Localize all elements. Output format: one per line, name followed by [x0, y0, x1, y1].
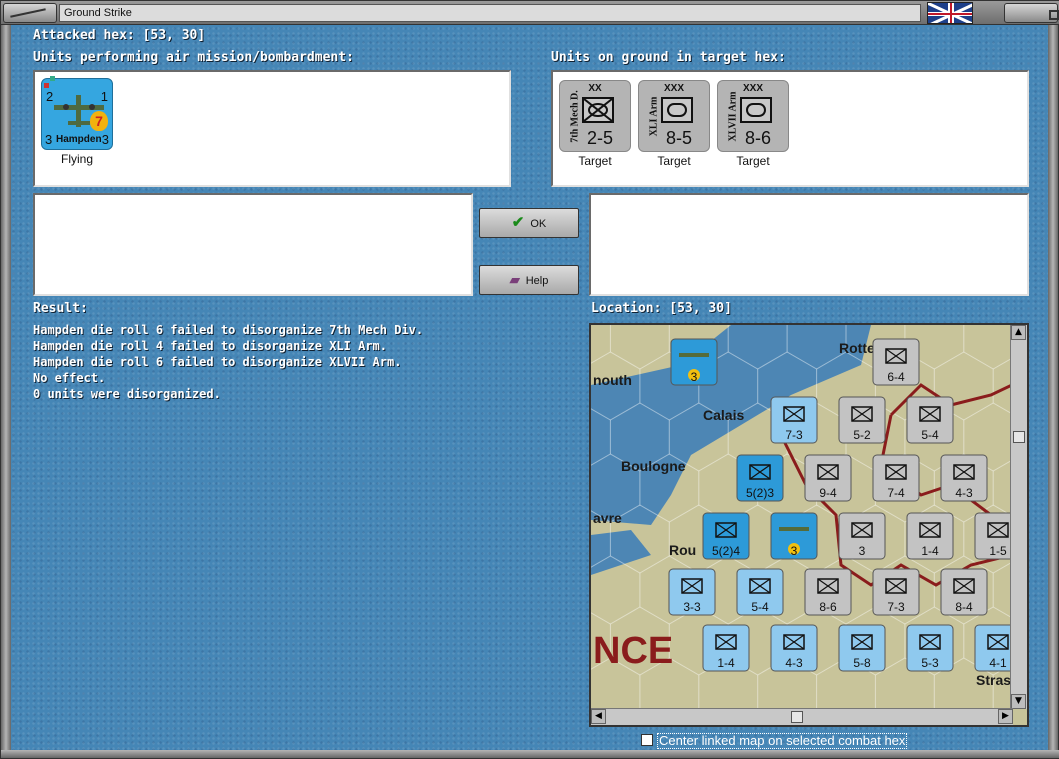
result-line: Hampden die roll 6 failed to disorganize… — [33, 355, 402, 369]
map-place-label: Boulogne — [621, 458, 686, 474]
air-unit-status: Flying — [60, 152, 93, 166]
marker-icon — [44, 83, 49, 88]
ground-strike-window: Ground Strike Attacked hex: [53, 30] Uni… — [0, 0, 1059, 759]
ok-button-label: OK — [530, 218, 547, 230]
map-unit-strength: 5(2)4 — [712, 544, 740, 558]
fighter-aircraft-icon — [679, 353, 709, 357]
map-unit-strength: 3 — [791, 544, 798, 558]
attacked-hex-label: Attacked hex: — [33, 28, 135, 43]
air-unit-bottom-left-value: 3 — [45, 132, 53, 147]
map-unit-strength: 5-4 — [751, 600, 769, 614]
map-unit-strength: 5-4 — [921, 428, 939, 442]
map-vertical-scrollbar[interactable]: ▲ ▼ — [1010, 325, 1027, 709]
location-row: Location: [53, 30] — [591, 301, 732, 316]
location-label: Location: — [591, 301, 662, 316]
armor-symbol-icon — [661, 97, 693, 123]
help-book-icon: ▰ — [509, 272, 520, 287]
union-jack-flag-icon — [927, 2, 973, 24]
air-units-label: Units performing air mission/bombardment… — [33, 50, 354, 65]
ground-units-label: Units on ground in target hex: — [551, 50, 786, 65]
mech-infantry-symbol-icon — [582, 97, 614, 123]
map-unit-strength: 4-1 — [989, 656, 1007, 670]
location-map[interactable]: Rotterd nouth Calais Boulogne avre Rou NCE Stra… — [589, 323, 1029, 727]
map-unit-strength: 1-5 — [989, 544, 1007, 558]
map-place-label: Rou — [669, 542, 696, 558]
map-unit-strength: 5-8 — [853, 656, 871, 670]
armor-symbol-icon — [740, 97, 772, 123]
map-unit-strength: 4-3 — [785, 656, 803, 670]
map-place-label: Stras — [976, 672, 1011, 688]
checkmark-icon: ✔ — [511, 214, 525, 231]
ok-button[interactable]: ✔ OK — [479, 208, 579, 238]
map-unit-strength: 8-6 — [819, 600, 837, 614]
map-unit-strength: 5-3 — [921, 656, 939, 670]
result-line: Hampden die roll 6 failed to disorganize… — [33, 323, 424, 337]
map-unit-strength: 7-3 — [785, 428, 803, 442]
map-horizontal-scrollbar[interactable]: ◀ ▶ — [591, 708, 1013, 725]
location-value: [53, 30] — [669, 301, 732, 316]
map-unit-strength: 3-3 — [683, 600, 701, 614]
center-map-checkbox-label[interactable]: Center linked map on selected combat hex — [657, 733, 908, 749]
vertical-scroll-thumb[interactable] — [1013, 431, 1025, 443]
unit-strength: 8-6 — [744, 128, 771, 148]
center-map-checkbox[interactable] — [641, 734, 653, 746]
air-unit-name: Hampden — [56, 134, 102, 145]
unit-status: Target — [578, 154, 612, 168]
attacked-hex-row: Attacked hex: [53, 30] — [33, 28, 205, 43]
map-place-label: NCE — [593, 630, 673, 672]
air-unit-badge: 7 — [90, 111, 108, 131]
map-canvas[interactable]: RotterdnouthCalaisBoulogneavreRouNCEStra… — [591, 325, 1012, 709]
air-unit-hampden[interactable]: 2 1 7 3 Hampden 3 Flying — [41, 76, 113, 166]
map-place-label: nouth — [593, 372, 632, 388]
map-unit-strength: 6-4 — [887, 370, 905, 384]
air-units-panel: 2 1 7 3 Hampden 3 Flying — [33, 70, 511, 187]
title-bar: Ground Strike — [1, 1, 1059, 25]
map-unit-strength: 4-3 — [955, 486, 973, 500]
result-line: No effect. — [33, 371, 106, 385]
map-unit-strength: 1-4 — [717, 656, 735, 670]
result-label: Result: — [33, 301, 88, 316]
maximize-button[interactable] — [1004, 3, 1059, 23]
air-details-panel — [33, 193, 473, 296]
ground-unit-xlvii-arm[interactable]: XXX XLVII Arm 8-6 Target — [717, 80, 789, 168]
map-place-label: Calais — [703, 407, 744, 423]
map-unit-strength: 3 — [859, 544, 866, 558]
help-button-label: Help — [525, 275, 549, 287]
ground-unit-xli-arm[interactable]: XXX XLI Arm 8-5 Target — [638, 80, 710, 168]
attacked-hex-value: [53, 30] — [142, 28, 206, 43]
map-unit-strength: 9-4 — [819, 486, 837, 500]
result-line: 0 units were disorganized. — [33, 387, 221, 401]
minimize-button[interactable] — [3, 3, 57, 23]
help-button[interactable]: ▰ Help — [479, 265, 579, 295]
map-unit-strength: 5(2)3 — [746, 486, 774, 500]
fighter-aircraft-icon — [779, 527, 809, 531]
horizontal-scroll-thumb[interactable] — [791, 711, 803, 723]
result-line: Hampden die roll 4 failed to disorganize… — [33, 339, 388, 353]
scroll-right-arrow-icon[interactable]: ▶ — [998, 709, 1013, 724]
map-unit-strength: 1-4 — [921, 544, 939, 558]
map-unit-strength: 5-2 — [853, 428, 871, 442]
unit-strength: 2-5 — [586, 128, 613, 148]
map-unit-strength: 3 — [691, 370, 698, 384]
ground-units-panel: XX 7th Mech D. 2-5 Target XXX XLI Arm 8-… — [551, 70, 1029, 187]
unit-strength: 8-5 — [665, 128, 692, 148]
ground-details-panel — [589, 193, 1029, 296]
scroll-down-arrow-icon[interactable]: ▼ — [1011, 694, 1026, 709]
bottom-frame-rail — [1, 750, 1059, 758]
map-place-label: avre — [593, 510, 622, 526]
map-unit-strength: 7-3 — [887, 600, 905, 614]
air-unit-bottom-right-value: 3 — [101, 132, 109, 147]
scroll-up-arrow-icon[interactable]: ▲ — [1011, 325, 1026, 340]
right-frame-rail — [1048, 25, 1058, 753]
map-unit-strength: 8-4 — [955, 600, 973, 614]
marker-icon — [50, 76, 55, 81]
unit-status: Target — [657, 154, 691, 168]
ground-unit-7th-mech[interactable]: XX 7th Mech D. 2-5 Target — [559, 80, 631, 168]
scroll-left-arrow-icon[interactable]: ◀ — [591, 709, 606, 724]
map-unit-strength: 7-4 — [887, 486, 905, 500]
unit-status: Target — [736, 154, 770, 168]
window-title: Ground Strike — [59, 4, 921, 22]
left-frame-rail — [1, 25, 11, 753]
